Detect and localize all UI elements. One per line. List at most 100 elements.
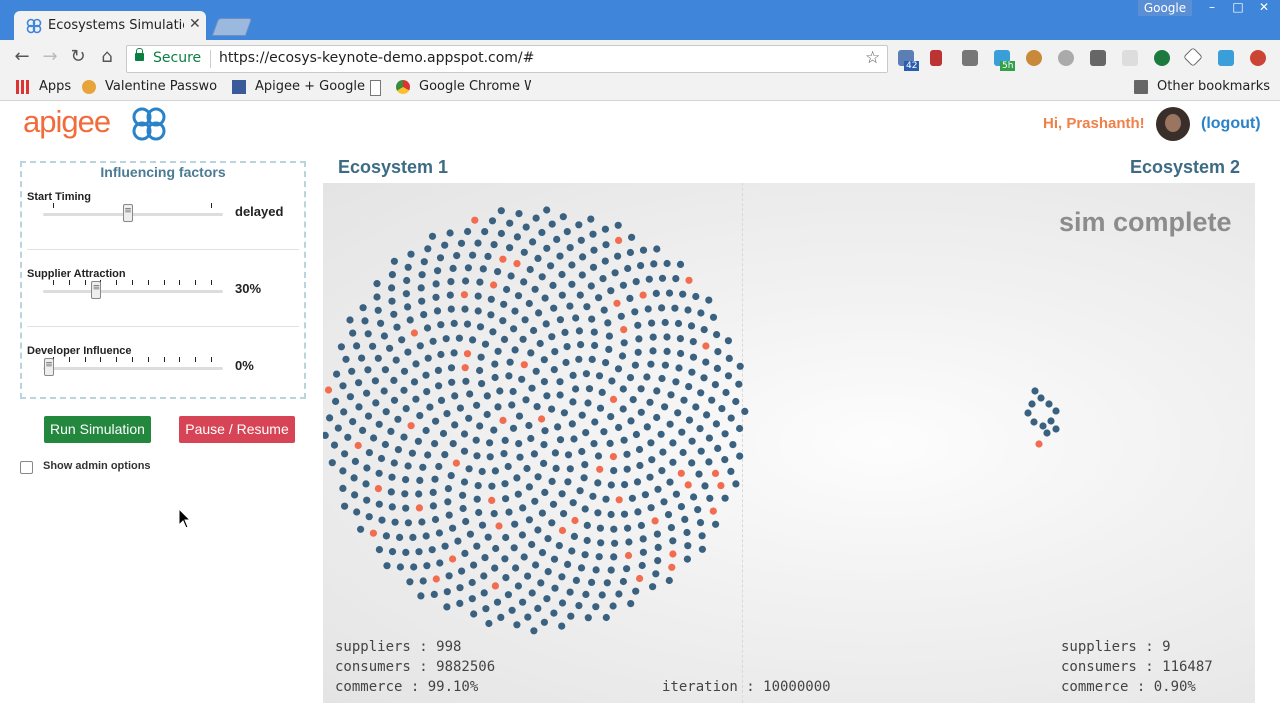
supplier-dot [548,477,556,485]
bookmark-chrome-web[interactable]: Google Chrome We [419,79,531,94]
supplier-dot [466,390,474,398]
supplier-dot [544,568,552,576]
home-icon[interactable]: ⌂ [96,46,118,68]
supplier-dot [412,360,420,368]
maximize-icon[interactable]: □ [1228,0,1248,16]
supplier-dot [550,304,558,312]
other-bookmarks[interactable]: Other bookmarks [1157,79,1270,94]
supplier-dot [570,532,578,540]
extension-person-icon[interactable] [1026,50,1042,66]
supplier-dot [435,529,443,537]
supplier-dot [348,367,356,375]
supplier-dot [672,378,680,386]
supplier-dot [658,467,666,475]
extension-check-icon[interactable] [1154,50,1170,66]
minimize-icon[interactable]: – [1202,0,1222,16]
logout-link[interactable]: (logout) [1201,115,1261,133]
slider-thumb[interactable] [123,204,133,222]
run-simulation-button[interactable]: Run Simulation [44,416,151,443]
consumer-dot [702,342,710,350]
supplier-dot [429,502,437,510]
supplier-dot [481,228,489,236]
supplier-dot [528,384,536,392]
extension-dots-icon[interactable] [1122,50,1138,66]
supplier-dot [626,248,634,257]
consumer-dot [615,236,623,244]
supplier-dot [326,414,334,422]
extension-update-icon[interactable] [1250,50,1266,66]
supplier-dot [341,502,349,510]
supplier-dot [1052,407,1060,415]
supplier-dot [504,591,512,599]
bookmark-apigee-google[interactable]: Apigee + Google [255,79,365,94]
forward-icon[interactable]: → [39,46,61,68]
slider-track[interactable] [43,367,223,370]
supplier-dot [432,280,440,288]
supplier-dot [629,396,637,404]
supplier-dot [520,248,528,256]
reload-icon[interactable]: ↻ [67,46,89,68]
new-tab-button[interactable] [211,18,253,36]
supplier-dot [566,244,574,252]
slider-thumb[interactable] [44,358,54,376]
supplier-dot [497,207,505,215]
iteration-count: iteration : 10000000 [662,679,831,695]
browser-tab[interactable]: Ecosystems Simulation ✕ [14,11,206,40]
slider-tick [53,280,54,285]
tab-close-icon[interactable]: ✕ [189,16,201,32]
url-text[interactable]: https://ecosys-keynote-demo.appspot.com/… [219,50,534,66]
apigee-logo[interactable]: apigee [23,104,111,140]
supplier-dot [595,294,603,302]
extension-book-icon[interactable] [930,50,942,66]
profile-button[interactable]: Google [1138,0,1192,16]
supplier-dot [628,233,636,241]
supplier-dot [532,561,540,569]
close-window-icon[interactable]: ✕ [1254,0,1274,16]
supplier-dot [541,294,549,302]
supplier-dot [591,418,599,426]
supplier-dot [705,434,713,442]
slider-thumb[interactable] [91,281,102,299]
supplier-dot [390,257,398,265]
supplier-dot [353,342,361,350]
supplier-dot [494,347,502,355]
divider [27,326,299,327]
supplier-dot [554,423,562,431]
supplier-dot [621,481,629,489]
supplier-dot [437,396,446,404]
supplier-dot [605,345,613,353]
admin-options-checkbox[interactable] [20,461,33,474]
supplier-dot [394,446,402,454]
supplier-dot [610,467,618,475]
bookmark-valentine[interactable]: Valentine Password [105,79,217,94]
supplier-dot [582,370,590,378]
extension-cube-icon[interactable] [962,50,978,66]
slider-track[interactable] [43,213,223,216]
supplier-dot [478,380,486,388]
extension-screen-icon[interactable] [1218,50,1234,66]
slider-track[interactable] [43,290,223,293]
supplier-dot [637,521,645,530]
supplier-dot [518,531,526,539]
bookmark-star-icon[interactable]: ☆ [865,48,880,68]
slider-tick [68,357,70,362]
avatar[interactable] [1156,107,1190,141]
extension-pocket-icon[interactable] [1090,50,1106,66]
extension-diamond-icon[interactable] [1183,47,1203,67]
supplier-dot [374,306,382,314]
supplier-dot [488,482,496,490]
bookmark-apps[interactable]: Apps [39,79,71,94]
supplier-dot [443,410,451,418]
supplier-dot [550,366,558,374]
admin-options-label[interactable]: Show admin options [43,460,151,472]
address-bar[interactable]: Secure https://ecosys-keynote-demo.appsp… [126,45,888,73]
supplier-dot [583,536,591,545]
supplier-dot [624,264,632,273]
supplier-dot [542,320,550,328]
pause-resume-button[interactable]: Pause / Resume [179,416,295,443]
extension-cloud-icon[interactable] [1058,50,1074,66]
supplier-dot [460,447,469,455]
supplier-dot [636,461,644,470]
apigee-bookmark-icon [232,80,246,94]
back-icon[interactable]: ← [11,46,33,68]
